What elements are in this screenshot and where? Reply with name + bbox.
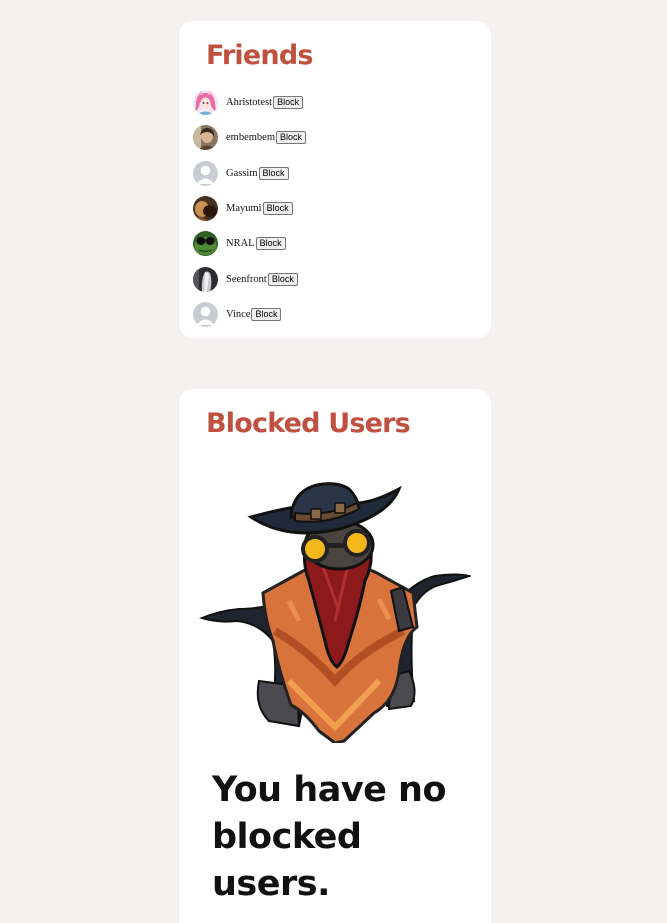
block-button[interactable]: Block	[255, 237, 286, 251]
block-button[interactable]: Block	[275, 131, 306, 145]
friend-name[interactable]: Ahristotest	[226, 97, 272, 108]
block-button[interactable]: Block	[258, 166, 289, 180]
friend-name[interactable]: NRAL	[226, 238, 255, 249]
friend-name[interactable]: Mayumi	[226, 203, 262, 214]
friend-row: Ahristotest Block	[193, 85, 306, 120]
friend-avatar[interactable]	[193, 125, 218, 151]
friend-name[interactable]: Gassim	[226, 168, 258, 179]
friend-avatar[interactable]	[193, 90, 218, 116]
default-user-icon[interactable]	[193, 301, 218, 327]
friend-name[interactable]: embembem	[226, 132, 275, 143]
friend-avatar[interactable]	[193, 196, 218, 222]
friend-row: NRAL Block	[193, 226, 306, 261]
block-button[interactable]: Block	[267, 272, 298, 286]
friend-avatar[interactable]	[193, 266, 218, 292]
friend-row: Mayumi Block	[193, 191, 306, 226]
friend-row: Seenfront Block	[193, 261, 306, 296]
block-button[interactable]: Block	[262, 202, 293, 216]
block-button[interactable]: Block	[273, 96, 304, 110]
friend-avatar[interactable]	[193, 231, 218, 257]
friend-name[interactable]: Seenfront	[226, 274, 267, 285]
friend-name[interactable]: Vince	[226, 309, 250, 320]
friends-heading: Friends	[206, 40, 313, 71]
default-user-icon[interactable]	[193, 160, 218, 186]
block-button[interactable]: Block	[251, 307, 282, 321]
blocked-users-card: Blocked Users You have no blocked users.	[179, 389, 491, 923]
friends-card: Friends Ahristotest Block embembem Block…	[179, 21, 491, 338]
empty-state-message: You have no blocked users.	[212, 770, 447, 904]
friends-list: Ahristotest Block embembem Block Gassim …	[193, 85, 306, 332]
friend-row: embembem Block	[193, 120, 306, 155]
friend-row: Vince Block	[193, 297, 306, 332]
friend-row: Gassim Block	[193, 156, 306, 191]
shrugging-cowboy-illustration	[199, 482, 471, 743]
blocked-users-heading: Blocked Users	[206, 408, 411, 439]
